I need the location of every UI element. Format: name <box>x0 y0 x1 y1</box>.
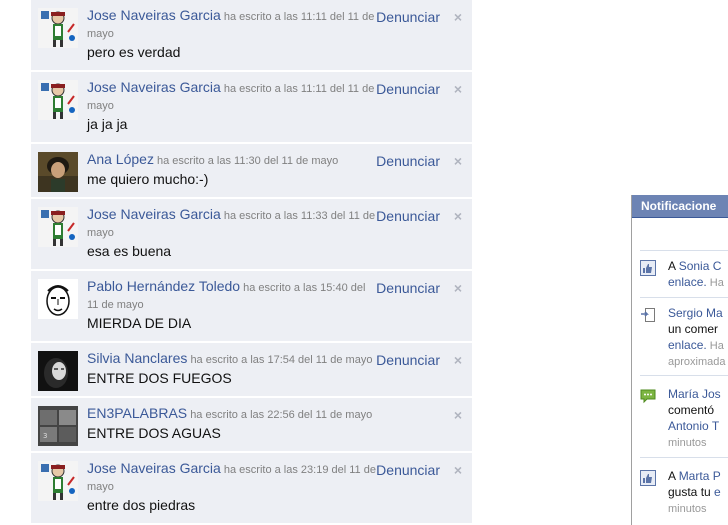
notification-user-link[interactable]: Marta P <box>679 469 721 483</box>
report-link[interactable]: Denunciar <box>376 208 440 224</box>
wall-post: Silvia Nanclares ha escrito a las 17:54 … <box>31 343 472 398</box>
separator <box>640 297 728 298</box>
close-icon[interactable]: × <box>454 81 462 97</box>
post-header: EN3PALABRAS ha escrito a las 22:56 del 1… <box>87 405 464 424</box>
en3palabras-avatar[interactable]: 3 <box>38 406 78 446</box>
report-link[interactable]: Denunciar <box>376 9 440 25</box>
close-icon[interactable]: × <box>454 280 462 296</box>
close-icon[interactable]: × <box>454 352 462 368</box>
jose-avatar-image <box>38 8 78 48</box>
pablo-avatar[interactable] <box>38 279 78 319</box>
en3palabras-avatar-image: 3 <box>38 406 78 446</box>
ana-avatar[interactable] <box>38 152 78 192</box>
report-link[interactable]: Denunciar <box>376 81 440 97</box>
notification-link[interactable]: Antonio T <box>668 419 719 433</box>
post-message: pero es verdad <box>87 44 181 60</box>
silvia-avatar-image <box>38 351 78 391</box>
post-message: me quiero mucho:-) <box>87 171 209 187</box>
wall-posts: Jose Naveiras Garcia ha escrito a las 11… <box>31 0 472 525</box>
jose-avatar[interactable] <box>38 207 78 247</box>
notification-time: minutos <box>668 437 707 449</box>
separator <box>640 457 728 458</box>
post-author-link[interactable]: Jose Naveiras Garcia <box>87 7 221 23</box>
wall-post: Ana López ha escrito a las 11:30 del 11 … <box>31 144 472 199</box>
jose-avatar[interactable] <box>38 461 78 501</box>
wall-post: Pablo Hernández Toledo ha escrito a las … <box>31 271 472 343</box>
report-link[interactable]: Denunciar <box>376 462 440 478</box>
wall-post: Jose Naveiras Garcia ha escrito a las 11… <box>31 199 472 271</box>
wall-post: Jose Naveiras Garcia ha escrito a las 11… <box>31 0 472 72</box>
wall-post: Jose Naveiras Garcia ha escrito a las 23… <box>31 453 472 525</box>
post-message: ENTRE DOS AGUAS <box>87 425 221 441</box>
report-link[interactable]: Denunciar <box>376 280 440 296</box>
report-link[interactable]: Denunciar <box>376 352 440 368</box>
close-icon[interactable]: × <box>454 407 462 423</box>
post-message: entre dos piedras <box>87 497 196 513</box>
close-icon[interactable]: × <box>454 9 462 25</box>
wall-post: Jose Naveiras Garcia ha escrito a las 11… <box>31 72 472 144</box>
post-author-link[interactable]: Ana López <box>87 151 154 167</box>
jose-avatar[interactable] <box>38 80 78 120</box>
post-message: esa es buena <box>87 243 172 259</box>
like-icon <box>640 470 656 486</box>
post-message: MIERDA DE DIA <box>87 315 192 331</box>
notification-time: aproximada <box>668 356 726 368</box>
notification-time: Ha <box>706 340 724 352</box>
jose-avatar-image <box>38 461 78 501</box>
notification-link[interactable]: enlace. <box>668 338 707 352</box>
post-timestamp: ha escrito a las 17:54 del 11 de mayo <box>190 354 373 366</box>
post-author-link[interactable]: Jose Naveiras Garcia <box>87 206 221 222</box>
wall-post: 3 EN3PALABRAS ha escrito a las 22:56 del … <box>31 398 472 453</box>
notification-link[interactable]: enlace. <box>668 275 707 289</box>
post-author-link[interactable]: Silvia Nanclares <box>87 350 187 366</box>
notifications-panel: Notificacione A Sonia C enlace. Ha Sergi… <box>631 195 728 525</box>
notification-time: Ha <box>706 277 724 289</box>
pablo-avatar-image <box>38 279 78 319</box>
notification-text: comentó <box>668 403 715 417</box>
like-icon <box>640 260 656 276</box>
svg-text:3: 3 <box>43 432 47 440</box>
notification-link[interactable]: e <box>714 485 721 499</box>
notification-text: gusta tu <box>668 485 715 499</box>
notification-text: A <box>668 469 679 483</box>
close-icon[interactable]: × <box>454 462 462 478</box>
notification-time: minutos <box>668 503 707 515</box>
silvia-avatar[interactable] <box>38 351 78 391</box>
jose-avatar-image <box>38 80 78 120</box>
notifications-title[interactable]: Notificacione <box>632 195 728 218</box>
post-message: ENTRE DOS FUEGOS <box>87 370 232 386</box>
jose-avatar-image <box>38 207 78 247</box>
post-timestamp: ha escrito a las 11:30 del 11 de mayo <box>157 155 339 167</box>
report-link[interactable]: Denunciar <box>376 153 440 169</box>
notification-text: A <box>668 259 679 273</box>
post-author-link[interactable]: Pablo Hernández Toledo <box>87 278 240 294</box>
notification-text: un comer <box>668 322 719 336</box>
separator <box>640 250 728 251</box>
notification-user-link[interactable]: María Jos <box>668 387 721 401</box>
post-author-link[interactable]: EN3PALABRAS <box>87 405 187 421</box>
ana-avatar-image <box>38 152 78 192</box>
comment-icon <box>640 388 656 404</box>
close-icon[interactable]: × <box>454 208 462 224</box>
notification-user-link[interactable]: Sonia C <box>679 259 722 273</box>
post-author-link[interactable]: Jose Naveiras Garcia <box>87 460 221 476</box>
close-icon[interactable]: × <box>454 153 462 169</box>
post-author-link[interactable]: Jose Naveiras Garcia <box>87 79 221 95</box>
separator <box>640 375 728 376</box>
share-icon <box>640 307 656 323</box>
jose-avatar[interactable] <box>38 8 78 48</box>
post-message: ja ja ja <box>87 116 128 132</box>
notification-user-link[interactable]: Sergio Ma <box>668 306 723 320</box>
post-timestamp: ha escrito a las 22:56 del 11 de mayo <box>190 409 373 421</box>
